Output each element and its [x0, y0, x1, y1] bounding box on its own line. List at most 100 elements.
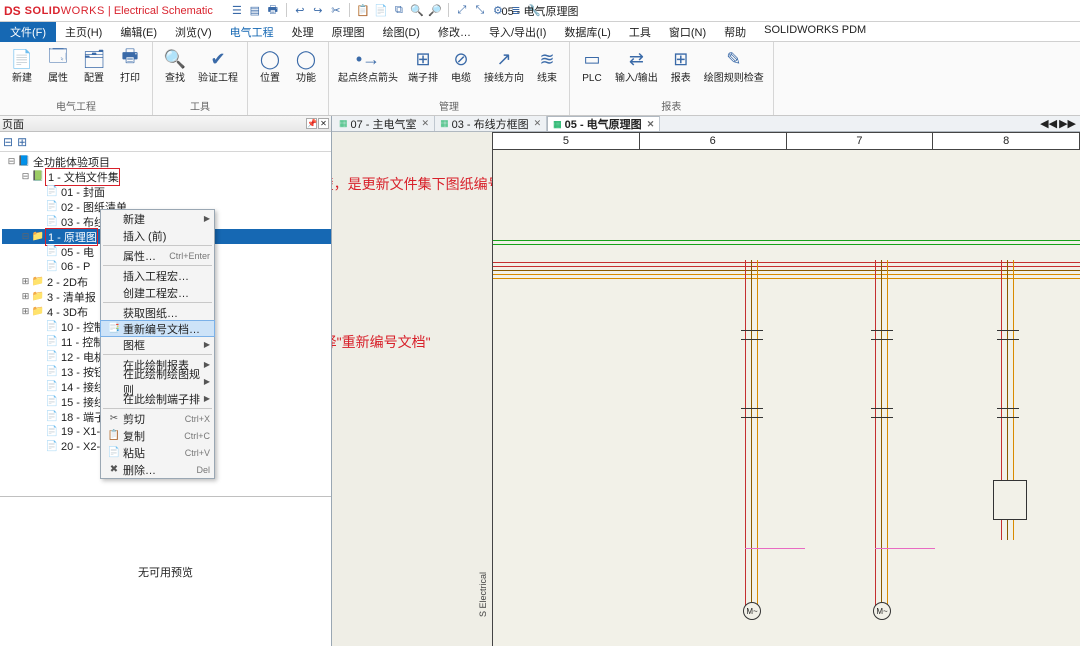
document-title: 05 - 电气原理图: [501, 3, 578, 19]
context-menu-item[interactable]: 图框▶: [101, 336, 214, 353]
context-menu-item[interactable]: 创建工程宏…: [101, 284, 214, 301]
menu-tab[interactable]: SOLIDWORKS PDM: [755, 21, 875, 43]
ribbon-button[interactable]: ✎绘图规则检查: [699, 44, 769, 86]
ribbon-button[interactable]: ▭PLC: [574, 44, 610, 86]
tree-toggle-icon[interactable]: ⊟: [20, 231, 31, 242]
ribbon-button[interactable]: 🗔属性: [40, 44, 76, 86]
schematic-canvas[interactable]: 1.需要先分清楚，是更新文件集下图纸编号的排列顺序，还是某个文件夹下的图纸编号排…: [332, 132, 1080, 646]
tree-toggle-icon[interactable]: ⊞: [20, 291, 31, 302]
menu-tab[interactable]: 帮助: [715, 21, 755, 43]
tree-toggle-icon[interactable]: ⊞: [20, 306, 31, 317]
ribbon-button[interactable]: 🔍查找: [157, 44, 193, 86]
file-menu[interactable]: 文件(F): [0, 22, 56, 42]
tree-toggle-icon[interactable]: ⊟: [6, 156, 17, 167]
tab-close-icon[interactable]: ✕: [647, 119, 655, 130]
context-menu-item[interactable]: 在此绘制绘图规则▶: [101, 373, 214, 390]
context-menu[interactable]: 新建▶插入 (前) 属性…Ctrl+Enter 插入工程宏…创建工程宏… 获取图纸…📑…: [100, 209, 215, 479]
document-tabs: ▦07 - 主电气室✕▦03 - 布线方框图✕▦05 - 电气原理图✕ ◀◀▶▶: [332, 116, 1080, 132]
ribbon-icon: 🗔: [45, 46, 71, 72]
context-menu-item[interactable]: 插入 (前): [101, 227, 214, 244]
menu-tab[interactable]: 原理图: [323, 21, 374, 43]
ribbon-button[interactable]: 🖶打印: [112, 44, 148, 86]
qat-button[interactable]: 🔍: [409, 3, 425, 19]
ruler-horizontal: 5678: [492, 132, 1080, 150]
context-menu-item[interactable]: 在此绘制端子排▶: [101, 390, 214, 407]
context-menu-item[interactable]: ✂剪切Ctrl+X: [101, 410, 214, 427]
ribbon-button[interactable]: ⊞端子排: [403, 44, 443, 86]
context-menu-item[interactable]: 📑重新编号文档…: [100, 320, 215, 337]
tab-next-icon[interactable]: ▶▶: [1059, 117, 1076, 130]
menu-tab[interactable]: 窗口(N): [660, 21, 715, 43]
document-tab[interactable]: ▦05 - 电气原理图✕: [547, 116, 660, 131]
menu-tab[interactable]: 浏览(V): [166, 21, 221, 43]
ribbon-button[interactable]: ≋线束: [529, 44, 565, 86]
qat-button[interactable]: 🔎: [427, 3, 443, 19]
context-menu-item[interactable]: 📄粘贴Ctrl+V: [101, 444, 214, 461]
menu-tab[interactable]: 主页(H): [56, 21, 111, 43]
qat-button[interactable]: 📋: [355, 3, 371, 19]
qat-button[interactable]: ▤: [247, 3, 263, 19]
context-menu-item[interactable]: 📋复制Ctrl+C: [101, 427, 214, 444]
menu-tab[interactable]: 导入/导出(I): [480, 21, 555, 43]
ribbon-label: 新建: [12, 73, 32, 84]
menu-tab[interactable]: 修改…: [429, 21, 480, 43]
context-menu-item[interactable]: 插入工程宏…: [101, 267, 214, 284]
qat-button[interactable]: ↩: [292, 3, 308, 19]
menu-item-label: 剪切: [123, 411, 185, 427]
page-tree[interactable]: ⊟📘全功能体验项目⊟📗1 - 文档文件集📄01 - 封面📄02 - 图纸清单📄0…: [0, 152, 331, 496]
close-icon[interactable]: ✕: [318, 118, 329, 129]
ribbon-button[interactable]: •→起点终点箭头: [333, 44, 403, 86]
app-logo: DS SOLIDWORKS | Electrical Schematic: [4, 4, 213, 18]
tab-scroll-controls[interactable]: ◀◀▶▶: [1040, 117, 1080, 130]
ribbon-button[interactable]: ⊞报表: [663, 44, 699, 86]
collapse-all-icon[interactable]: ⊟: [3, 135, 13, 149]
menu-tab[interactable]: 处理: [283, 21, 323, 43]
menu-tab[interactable]: 绘图(D): [374, 21, 429, 43]
ribbon-button[interactable]: ◯位置: [252, 44, 288, 86]
expand-all-icon[interactable]: ⊞: [17, 135, 27, 149]
qat-button[interactable]: ☰: [229, 3, 245, 19]
tab-close-icon[interactable]: ✕: [534, 118, 542, 129]
ribbon-button[interactable]: ⇄输入/输出: [610, 44, 663, 86]
context-menu-item[interactable]: 属性…Ctrl+Enter: [101, 247, 214, 264]
menu-item-icon: ✖: [105, 464, 123, 475]
ribbon-button[interactable]: ↗接线方向: [479, 44, 529, 86]
menu-tab[interactable]: 编辑(E): [111, 21, 166, 43]
context-menu-item[interactable]: 获取图纸…: [101, 304, 214, 321]
ribbon-button[interactable]: ◯功能: [288, 44, 324, 86]
tree-toggle-icon[interactable]: ⊟: [20, 171, 31, 182]
tree-item-icon: 📄: [45, 396, 59, 407]
context-menu-item[interactable]: 新建▶: [101, 210, 214, 227]
qat-button[interactable]: ↪: [310, 3, 326, 19]
ribbon-icon: 🖶: [117, 46, 143, 72]
ribbon-group-name: [252, 112, 324, 115]
qat-button[interactable]: 🖶: [265, 3, 281, 19]
document-tab[interactable]: ▦03 - 布线方框图✕: [435, 116, 547, 131]
panel-controls[interactable]: 📌✕: [306, 118, 329, 129]
pin-icon[interactable]: 📌: [306, 118, 317, 129]
tree-item-label: 05 - 电: [59, 244, 94, 260]
context-menu-item[interactable]: ✖删除…Del: [101, 461, 214, 478]
qat-button[interactable]: ⤢: [454, 3, 470, 19]
tab-close-icon[interactable]: ✕: [422, 118, 430, 129]
ribbon-button[interactable]: ⊘电缆: [443, 44, 479, 86]
tab-prev-icon[interactable]: ◀◀: [1040, 117, 1057, 130]
qat-button[interactable]: ⧉: [391, 3, 407, 19]
ribbon-button[interactable]: 📄新建: [4, 44, 40, 86]
ribbon-button[interactable]: ✔验证工程: [193, 44, 243, 86]
menu-shortcut: Del: [196, 465, 210, 475]
tree-toggle-icon[interactable]: ⊞: [20, 276, 31, 287]
document-tab[interactable]: ▦07 - 主电气室✕: [334, 116, 435, 131]
tree-node[interactable]: 📄01 - 封面: [2, 184, 331, 199]
menu-tab[interactable]: 电气工程: [221, 21, 283, 43]
qat-button[interactable]: ⤡: [472, 3, 488, 19]
menu-tab[interactable]: 数据库(L): [555, 21, 619, 43]
qat-button[interactable]: ✂: [328, 3, 344, 19]
ribbon-label: 电缆: [451, 73, 471, 84]
qat-button[interactable]: 📄: [373, 3, 389, 19]
tree-node[interactable]: ⊟📗1 - 文档文件集: [2, 169, 331, 184]
page-panel: 页面 📌✕ ⊟ ⊞ ⊟📘全功能体验项目⊟📗1 - 文档文件集📄01 - 封面📄0…: [0, 116, 332, 646]
menu-tab[interactable]: 工具: [620, 21, 660, 43]
motor-symbol: M~: [743, 602, 761, 620]
ribbon-button[interactable]: 🗂配置: [76, 44, 112, 86]
